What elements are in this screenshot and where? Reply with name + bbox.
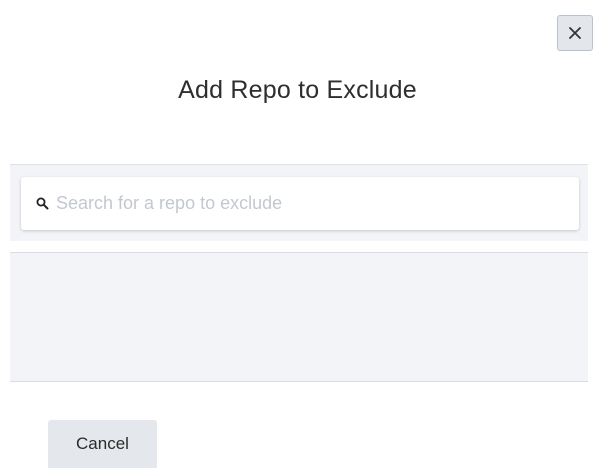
cancel-button[interactable]: Cancel bbox=[48, 420, 157, 468]
close-button[interactable] bbox=[557, 15, 593, 51]
search-icon bbox=[36, 197, 49, 210]
add-repo-exclude-dialog: Add Repo to Exclude Cancel bbox=[0, 0, 595, 468]
results-list bbox=[10, 252, 588, 382]
search-input[interactable] bbox=[56, 183, 576, 224]
search-box[interactable] bbox=[21, 177, 579, 230]
close-icon bbox=[569, 27, 581, 39]
search-section bbox=[10, 164, 588, 241]
dialog-title: Add Repo to Exclude bbox=[178, 76, 417, 104]
